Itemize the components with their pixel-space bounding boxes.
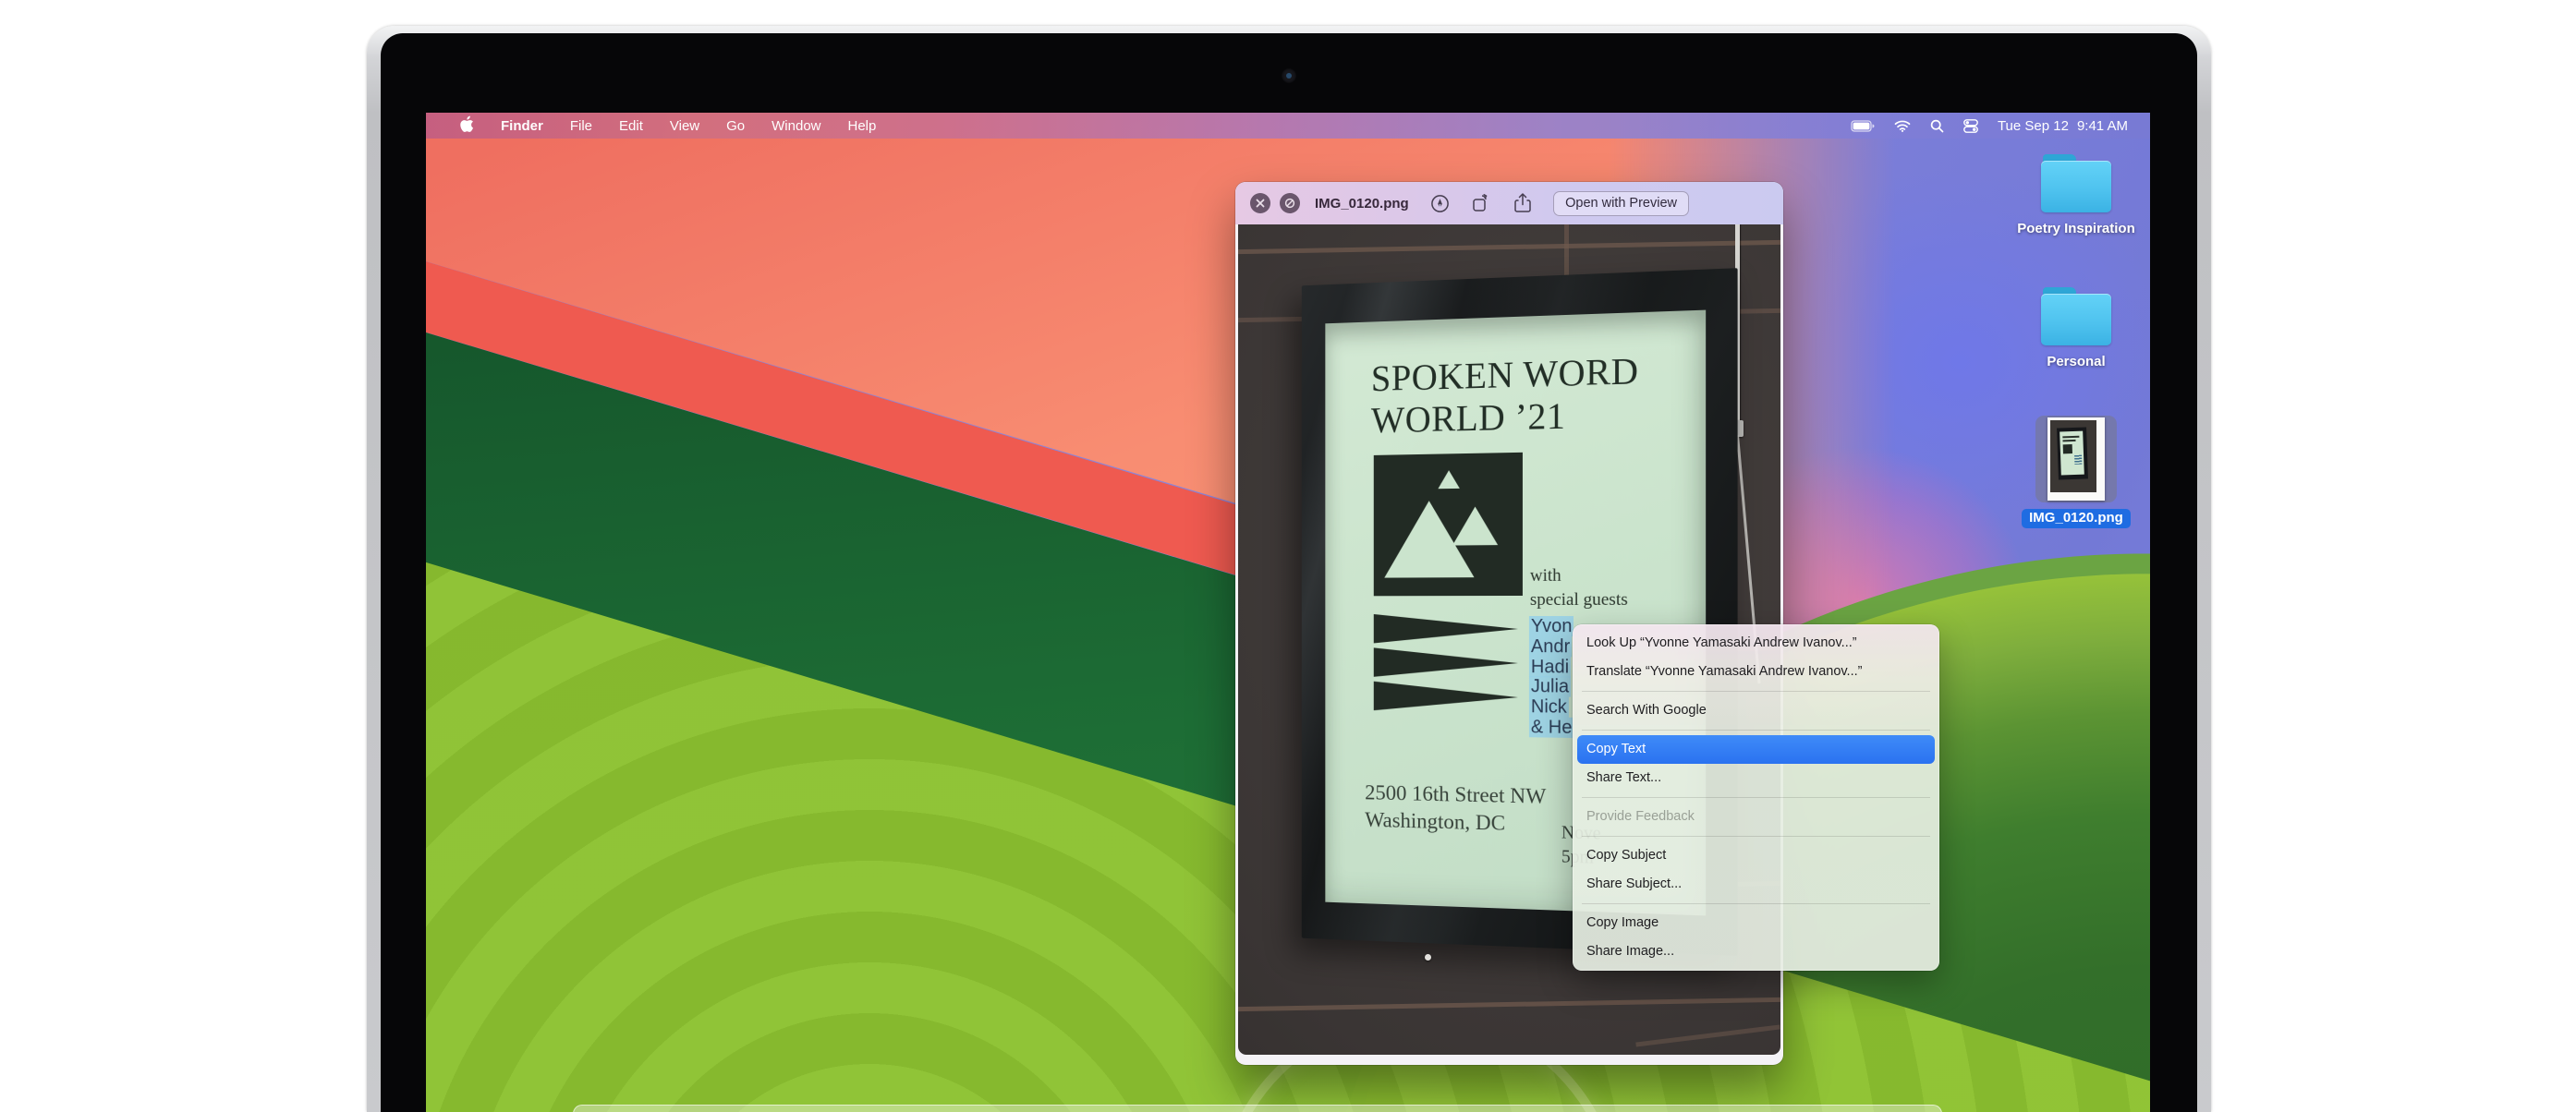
display-bezel: Finder File Edit View Go Window Help bbox=[381, 33, 2197, 1112]
folder-icon bbox=[2041, 294, 2111, 345]
menu-bar-clock[interactable]: Tue Sep 12 9:41 AM bbox=[1998, 118, 2128, 134]
folder-label: Personal bbox=[2047, 354, 2105, 369]
rotate-icon[interactable] bbox=[1472, 194, 1492, 212]
chevron-graphic bbox=[1374, 614, 1518, 717]
menu-window[interactable]: Window bbox=[772, 118, 820, 134]
menu-bar: Finder File Edit View Go Window Help bbox=[426, 113, 2150, 139]
menu-item-share-image[interactable]: Share Image... bbox=[1573, 937, 1939, 966]
menu-item-copy-subject[interactable]: Copy Subject bbox=[1573, 841, 1939, 870]
menu-item-copy-image[interactable]: Copy Image bbox=[1573, 909, 1939, 937]
selected-live-text[interactable]: Yvon Andr Hadi Julia Nick & He bbox=[1529, 617, 1574, 739]
menu-item-provide-feedback: Provide Feedback bbox=[1573, 803, 1939, 831]
menu-go[interactable]: Go bbox=[726, 118, 745, 134]
webcam bbox=[1282, 68, 1296, 83]
dock[interactable] bbox=[573, 1105, 1942, 1112]
menu-view[interactable]: View bbox=[670, 118, 699, 134]
wall-mortar-line bbox=[1238, 240, 1780, 254]
desktop-file-img0120[interactable]: IMG_0120.png bbox=[2011, 416, 2141, 528]
menu-separator bbox=[1582, 691, 1930, 692]
control-center-icon[interactable] bbox=[1963, 119, 1978, 133]
menu-item-search-google[interactable]: Search With Google bbox=[1573, 696, 1939, 725]
desktop-folder-poetry[interactable]: Poetry Inspiration bbox=[2011, 153, 2141, 236]
menu-separator bbox=[1582, 836, 1930, 837]
wall-mortar-line bbox=[1635, 1024, 1780, 1046]
fullscreen-slash-icon[interactable] bbox=[1280, 193, 1300, 213]
menu-item-translate[interactable]: Translate “Yvonne Yamasaki Andrew Ivanov… bbox=[1573, 658, 1939, 686]
apple-menu-icon[interactable] bbox=[459, 115, 474, 137]
menu-item-look-up[interactable]: Look Up “Yvonne Yamasaki Andrew Ivanov..… bbox=[1573, 629, 1939, 658]
macbook-chassis: Finder File Edit View Go Window Help bbox=[367, 26, 2211, 1112]
selected-file-label: IMG_0120.png bbox=[2022, 509, 2131, 528]
menu-help[interactable]: Help bbox=[848, 118, 877, 134]
battery-icon[interactable] bbox=[1851, 120, 1875, 132]
selection-box bbox=[2035, 416, 2117, 502]
menu-edit[interactable]: Edit bbox=[619, 118, 643, 134]
menu-item-share-text[interactable]: Share Text... bbox=[1573, 764, 1939, 792]
desktop-screen: Finder File Edit View Go Window Help bbox=[426, 113, 2150, 1112]
desktop-folder-personal[interactable]: Personal bbox=[2011, 286, 2141, 369]
menu-file[interactable]: File bbox=[570, 118, 592, 134]
folder-icon bbox=[2041, 161, 2111, 212]
folder-label: Poetry Inspiration bbox=[2017, 221, 2135, 236]
mountains-graphic bbox=[1374, 453, 1523, 596]
menu-bar-date: Tue Sep 12 bbox=[1998, 118, 2069, 134]
markup-icon[interactable] bbox=[1430, 194, 1450, 213]
close-icon[interactable] bbox=[1250, 193, 1270, 213]
poster-title: SPOKEN WORD WORLD ’21 bbox=[1371, 350, 1639, 441]
search-icon[interactable] bbox=[1930, 119, 1944, 133]
menu-separator bbox=[1582, 730, 1930, 731]
wifi-icon[interactable] bbox=[1894, 120, 1911, 132]
frame-screw bbox=[1425, 954, 1431, 961]
menu-item-copy-text[interactable]: Copy Text bbox=[1577, 735, 1935, 764]
menu-item-share-subject[interactable]: Share Subject... bbox=[1573, 870, 1939, 899]
menu-finder[interactable]: Finder bbox=[501, 118, 543, 134]
menu-separator bbox=[1582, 797, 1930, 798]
special-guests-text: with special guests bbox=[1530, 563, 1628, 612]
menu-bar-time: 9:41 AM bbox=[2077, 118, 2128, 134]
marketing-canvas: Finder File Edit View Go Window Help bbox=[0, 0, 2576, 1112]
open-with-preview-button[interactable]: Open with Preview bbox=[1553, 191, 1689, 216]
share-icon[interactable] bbox=[1514, 193, 1531, 213]
quick-look-titlebar[interactable]: IMG_0120.png Open with Preview bbox=[1235, 182, 1783, 224]
image-thumbnail bbox=[2047, 417, 2105, 501]
poster-address: 2500 16th Street NW Washington, DC bbox=[1365, 780, 1546, 840]
menu-separator bbox=[1582, 903, 1930, 904]
wall-mortar-line bbox=[1238, 997, 1780, 1011]
window-title: IMG_0120.png bbox=[1315, 196, 1409, 212]
context-menu: Look Up “Yvonne Yamasaki Andrew Ivanov..… bbox=[1573, 624, 1939, 971]
